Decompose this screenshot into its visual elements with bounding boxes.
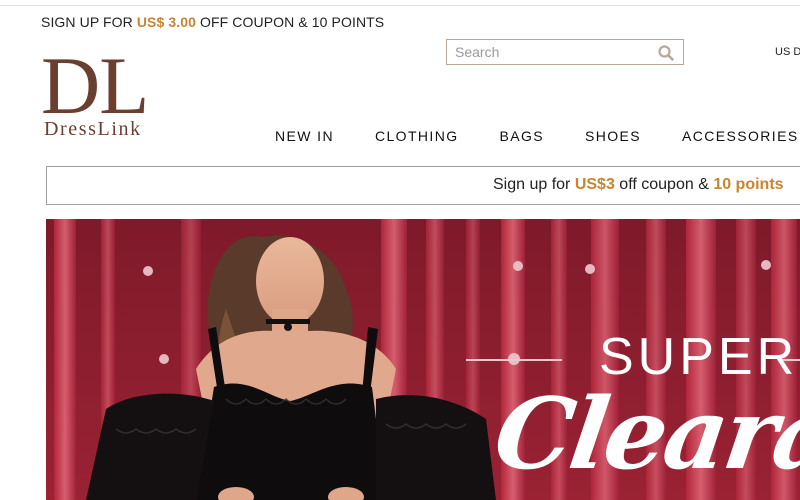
currency-selector[interactable]: US D bbox=[775, 46, 800, 58]
top-divider bbox=[0, 5, 800, 6]
signup-banner[interactable]: Sign up for US$3 off coupon & 10 points bbox=[46, 166, 800, 205]
nav-accessories[interactable]: ACCESSORIES bbox=[682, 128, 799, 144]
promo-amount: US$ 3.00 bbox=[136, 14, 197, 30]
main-nav: NEW IN CLOTHING BAGS SHOES ACCESSORIES bbox=[275, 128, 800, 144]
promo-prefix: SIGN UP FOR bbox=[41, 14, 137, 30]
search-box[interactable] bbox=[446, 39, 684, 65]
logo-wordmark: DressLink bbox=[44, 118, 142, 140]
signup-points: 10 points bbox=[713, 176, 784, 193]
promo-suffix: OFF COUPON & 10 POINTS bbox=[196, 14, 385, 30]
nav-clothing[interactable]: CLOTHING bbox=[375, 128, 459, 144]
signup-banner-text: Sign up for US$3 off coupon & 10 points bbox=[493, 176, 784, 194]
hero-banner[interactable]: SUPER Clearanc bbox=[46, 219, 800, 500]
dresslink-logo[interactable]: DL DressLink bbox=[41, 40, 171, 145]
nav-new-in[interactable]: NEW IN bbox=[275, 128, 334, 144]
banner-deco-line-left bbox=[466, 359, 562, 361]
search-icon[interactable] bbox=[657, 44, 675, 62]
top-promo-text[interactable]: SIGN UP FOR US$ 3.00 OFF COUPON & 10 POI… bbox=[41, 14, 384, 30]
nav-shoes[interactable]: SHOES bbox=[585, 128, 641, 144]
nav-bags[interactable]: BAGS bbox=[500, 128, 545, 144]
signup-text-2: off coupon & bbox=[614, 176, 714, 193]
signup-amount: US$3 bbox=[574, 176, 615, 193]
banner-headline-clearance: Clearanc bbox=[487, 377, 800, 492]
search-input[interactable] bbox=[447, 40, 655, 64]
signup-text-1: Sign up for bbox=[493, 176, 575, 193]
logo-mark: DL bbox=[41, 40, 149, 131]
